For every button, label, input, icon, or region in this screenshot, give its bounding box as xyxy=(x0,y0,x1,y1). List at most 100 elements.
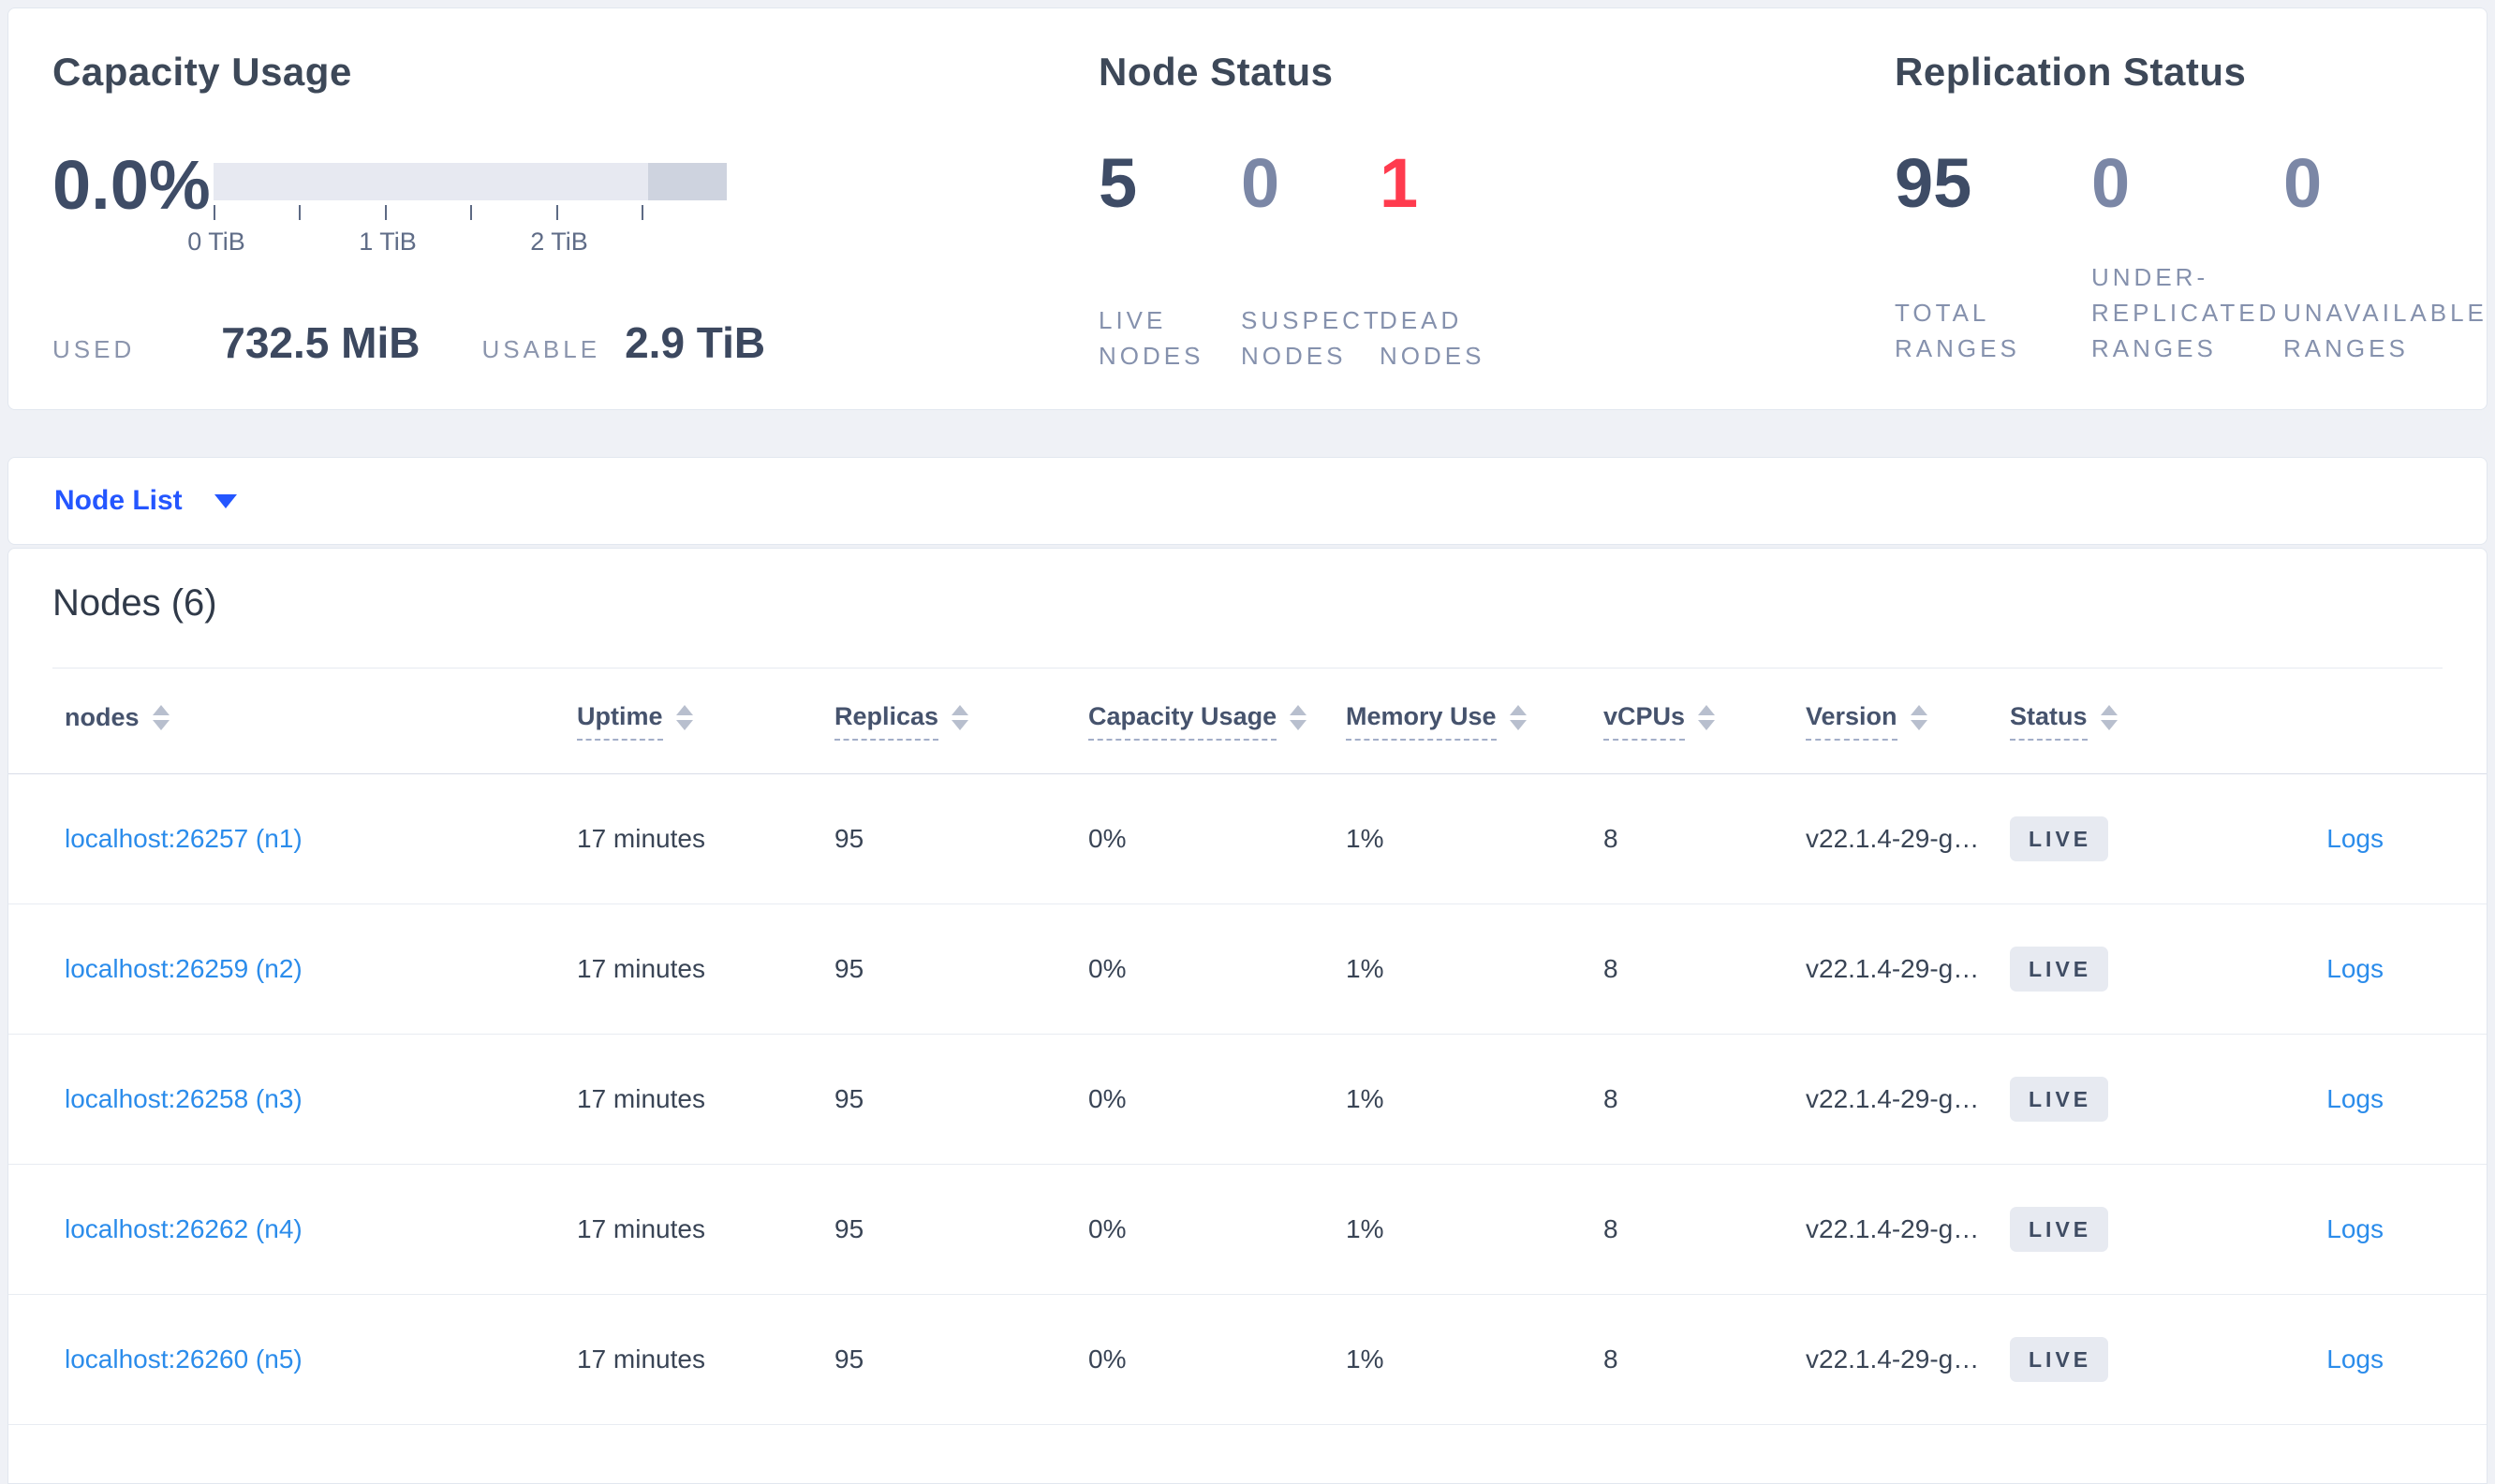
table-row: localhost:26259 (n2) 17 minutes 95 0% 1%… xyxy=(8,904,2487,1035)
node-status-labels: LIVE NODES SUSPECT NODES DEAD NODES xyxy=(1099,302,1529,374)
uptime-cell: 17 minutes xyxy=(577,1214,705,1243)
replicas-cell: 95 xyxy=(834,824,864,853)
replication-status-title: Replication Status xyxy=(1895,50,2247,94)
axis-tick xyxy=(642,205,643,220)
axis-tick xyxy=(470,205,472,220)
column-header-vcpus[interactable]: vCPUs xyxy=(1603,701,1806,742)
capacity-percent-value: 0.0% xyxy=(52,146,211,224)
logs-link[interactable]: Logs xyxy=(2326,1084,2384,1113)
sort-icon xyxy=(2100,705,2118,731)
version-cell: v22.1.4-29-g… xyxy=(1806,1214,1980,1243)
sort-icon xyxy=(952,705,969,731)
axis-tick-label: 0 TiB xyxy=(187,228,245,256)
status-badge: LIVE xyxy=(2010,1337,2109,1382)
capacity-cell: 0% xyxy=(1088,1344,1127,1374)
uptime-cell: 17 minutes xyxy=(577,1344,705,1374)
total-ranges-count: 95 xyxy=(1895,144,1972,222)
capacity-stats-row: USED 732.5 MiB USABLE 2.9 TiB xyxy=(52,317,765,368)
node-status-title: Node Status xyxy=(1099,50,1334,94)
live-nodes-label: LIVE NODES xyxy=(1099,306,1204,370)
nodes-table-body: localhost:26257 (n1) 17 minutes 95 0% 1%… xyxy=(8,774,2487,1425)
table-row: localhost:26262 (n4) 17 minutes 95 0% 1%… xyxy=(8,1165,2487,1295)
nodes-table-title: Nodes (6) xyxy=(52,582,217,624)
column-header-status[interactable]: Status xyxy=(2010,701,2253,742)
node-link[interactable]: localhost:26259 (n2) xyxy=(65,954,303,983)
replicas-cell: 95 xyxy=(834,1344,864,1374)
column-header-memory-use[interactable]: Memory Use xyxy=(1346,701,1603,742)
replicas-cell: 95 xyxy=(834,1084,864,1113)
uptime-cell: 17 minutes xyxy=(577,1084,705,1113)
cluster-summary-card: Capacity Usage 0.0% 0 TiB 1 TiB 2 TiB US… xyxy=(7,7,2488,410)
logs-link[interactable]: Logs xyxy=(2326,954,2384,983)
node-link[interactable]: localhost:26262 (n4) xyxy=(65,1214,303,1243)
memory-cell: 1% xyxy=(1346,1214,1384,1243)
under-replicated-ranges-count: 0 xyxy=(2091,144,2131,222)
column-header-version[interactable]: Version xyxy=(1806,701,2010,742)
capacity-usage-title: Capacity Usage xyxy=(52,50,352,94)
capacity-cell: 0% xyxy=(1088,1214,1127,1243)
version-cell: v22.1.4-29-g… xyxy=(1806,1084,1980,1113)
uptime-cell: 17 minutes xyxy=(577,824,705,853)
memory-cell: 1% xyxy=(1346,1344,1384,1374)
capacity-cell: 0% xyxy=(1088,824,1127,853)
sort-icon xyxy=(152,705,170,731)
axis-tick xyxy=(299,205,301,220)
axis-tick xyxy=(214,205,215,220)
version-cell: v22.1.4-29-g… xyxy=(1806,1344,1980,1374)
node-list-dropdown-label: Node List xyxy=(54,485,183,516)
live-nodes-count: 5 xyxy=(1099,144,1138,222)
vcpus-cell: 8 xyxy=(1603,1344,1618,1374)
capacity-cell: 0% xyxy=(1088,954,1127,983)
column-header-nodes[interactable]: nodes xyxy=(65,702,577,740)
node-link[interactable]: localhost:26258 (n3) xyxy=(65,1084,303,1113)
vcpus-cell: 8 xyxy=(1603,1084,1618,1113)
dead-nodes-count: 1 xyxy=(1380,144,1419,222)
axis-tick xyxy=(385,205,387,220)
vcpus-cell: 8 xyxy=(1603,824,1618,853)
used-value: 732.5 MiB xyxy=(221,318,421,367)
capacity-cell: 0% xyxy=(1088,1084,1127,1113)
axis-tick-label: 1 TiB xyxy=(359,228,417,256)
column-header-capacity-usage[interactable]: Capacity Usage xyxy=(1088,701,1346,742)
logs-link[interactable]: Logs xyxy=(2326,824,2384,853)
replication-status-labels: TOTAL RANGES UNDER-REPLICATED RANGES UNA… xyxy=(1895,259,2495,366)
usable-label: USABLE xyxy=(481,335,601,363)
total-ranges-label: TOTAL RANGES xyxy=(1895,299,2020,362)
node-link[interactable]: localhost:26260 (n5) xyxy=(65,1344,303,1374)
capacity-usage-bar xyxy=(214,163,727,200)
node-status-numbers: 5 0 1 xyxy=(1099,149,1529,218)
nodes-table-header: nodes Uptime Replicas Capacity Usage Mem… xyxy=(8,669,2487,774)
column-header-replicas[interactable]: Replicas xyxy=(834,701,1088,742)
table-row: localhost:26258 (n3) 17 minutes 95 0% 1%… xyxy=(8,1035,2487,1165)
node-link[interactable]: localhost:26257 (n1) xyxy=(65,824,303,853)
dead-nodes-label: DEAD NODES xyxy=(1380,306,1485,370)
replicas-cell: 95 xyxy=(834,954,864,983)
unavailable-ranges-count: 0 xyxy=(2283,144,2323,222)
sort-icon xyxy=(1509,705,1527,731)
version-cell: v22.1.4-29-g… xyxy=(1806,824,1980,853)
memory-cell: 1% xyxy=(1346,824,1384,853)
column-header-uptime[interactable]: Uptime xyxy=(577,701,834,742)
status-badge: LIVE xyxy=(2010,1207,2109,1252)
node-list-dropdown[interactable]: Node List xyxy=(54,458,237,544)
capacity-bar-usable-segment xyxy=(214,163,649,200)
replication-status-numbers: 95 0 0 xyxy=(1895,149,2495,218)
logs-link[interactable]: Logs xyxy=(2326,1214,2384,1243)
nodes-table-card: Nodes (6) nodes Uptime Replicas Capacity… xyxy=(7,548,2488,1484)
status-badge: LIVE xyxy=(2010,816,2109,861)
table-row: localhost:26260 (n5) 17 minutes 95 0% 1%… xyxy=(8,1295,2487,1425)
status-badge: LIVE xyxy=(2010,1077,2109,1122)
sort-icon xyxy=(675,705,693,731)
sort-icon xyxy=(1698,705,1716,731)
under-replicated-ranges-label: UNDER-REPLICATED RANGES xyxy=(2091,263,2281,362)
capacity-bar-other-segment xyxy=(648,163,727,200)
memory-cell: 1% xyxy=(1346,1084,1384,1113)
chevron-down-icon xyxy=(214,493,237,508)
sort-icon xyxy=(1910,705,1927,731)
view-selector-bar: Node List xyxy=(7,457,2488,545)
suspect-nodes-count: 0 xyxy=(1241,144,1280,222)
uptime-cell: 17 minutes xyxy=(577,954,705,983)
logs-link[interactable]: Logs xyxy=(2326,1344,2384,1374)
vcpus-cell: 8 xyxy=(1603,1214,1618,1243)
used-label: USED xyxy=(52,335,136,363)
